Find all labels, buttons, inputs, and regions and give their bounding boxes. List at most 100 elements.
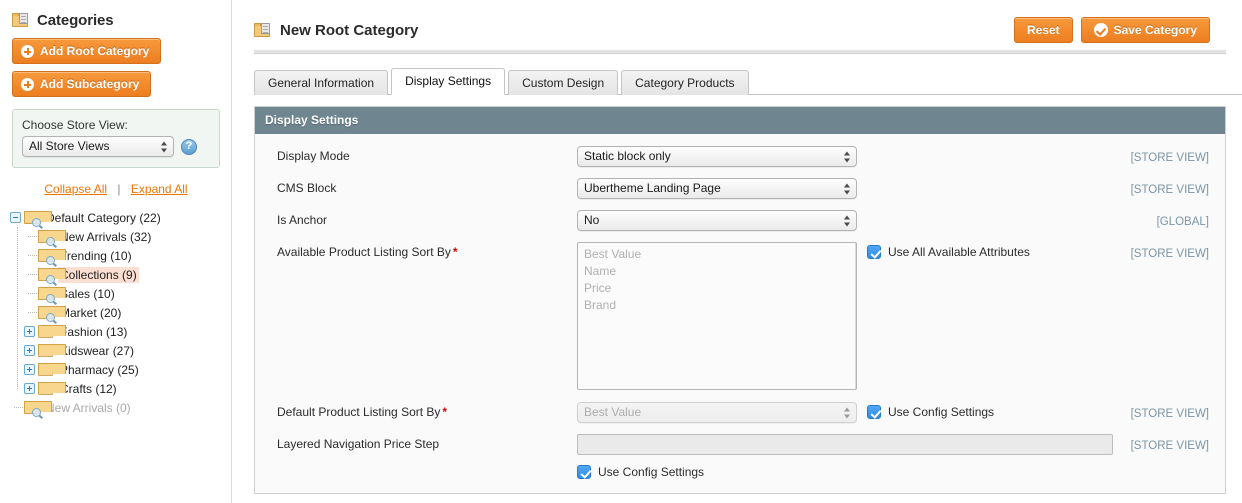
tree-node-label[interactable]: Sales (10) (58, 286, 117, 302)
price-step-input[interactable] (577, 434, 1113, 455)
sidebar-heading: Categories (0, 10, 232, 29)
add-subcategory-button[interactable]: Add Subcategory (12, 71, 152, 97)
price-step-use-config-row: Use Config Settings (255, 465, 1225, 479)
default-sort-use-config-checkbox[interactable] (867, 405, 881, 419)
available-sort-scope: [STORE VIEW] (1130, 248, 1209, 260)
tree-connector (14, 407, 23, 408)
tree-node-label[interactable]: Trending (10) (58, 248, 134, 264)
expand-node-icon[interactable] (24, 326, 35, 337)
cms-block-label: CMS Block (277, 181, 337, 195)
is-anchor-select[interactable]: No (577, 210, 857, 231)
store-view-select[interactable]: All Store Views (22, 136, 174, 157)
tree-node-label[interactable]: Collections (9) (58, 266, 139, 283)
reset-button[interactable]: Reset (1013, 17, 1073, 43)
tab-custom-design[interactable]: Custom Design (508, 70, 619, 95)
tree-node-label[interactable]: Fashion (13) (58, 324, 129, 340)
tab-display-settings[interactable]: Display Settings (391, 68, 506, 95)
categories-sidebar: Categories Add Root Category Add Subcate… (0, 0, 232, 503)
tree-node[interactable]: Crafts (12) (24, 379, 232, 398)
tree-connector (28, 293, 37, 294)
multiselect-option[interactable]: Best Value (578, 246, 856, 263)
tree-node[interactable]: Default Category (22) (10, 208, 232, 227)
folder-icon (38, 325, 66, 339)
price-step-scope: [STORE VIEW] (1130, 440, 1209, 452)
tab-label: Display Settings (405, 74, 492, 88)
tree-node[interactable]: Collections (9) (24, 265, 232, 284)
price-step-use-config-checkbox[interactable] (577, 465, 591, 479)
display-mode-scope: [STORE VIEW] (1130, 152, 1209, 164)
plus-circle-icon (21, 77, 34, 91)
required-marker: * (442, 405, 448, 419)
folder-search-icon (38, 249, 66, 265)
is-anchor-label: Is Anchor (277, 213, 328, 227)
expand-node-icon[interactable] (24, 383, 35, 394)
tree-node[interactable]: Fashion (13) (24, 322, 232, 341)
folder-search-icon (38, 287, 66, 303)
expand-node-icon[interactable] (24, 364, 35, 375)
tab-category-products[interactable]: Category Products (621, 70, 749, 95)
folder-icon (38, 382, 66, 396)
store-view-select-wrap: All Store Views (22, 136, 174, 157)
main-panel: New Root Category Reset Save Category Ge… (232, 0, 1242, 503)
tree-node-label[interactable]: Market (20) (58, 305, 123, 321)
use-all-attributes-label: Use All Available Attributes (888, 245, 1030, 259)
expand-all-link[interactable]: Expand All (131, 182, 188, 196)
default-sort-select[interactable]: Best Value (577, 402, 857, 423)
price-step-use-config-label: Use Config Settings (598, 465, 705, 479)
tree-node[interactable]: New Arrivals (32) (24, 227, 232, 246)
tree-node[interactable]: Pharmacy (25) (24, 360, 232, 379)
tree-node-label[interactable]: Crafts (12) (58, 381, 119, 397)
tree-node[interactable]: Sales (10) (24, 284, 232, 303)
tree-node-label[interactable]: Default Category (22) (44, 210, 163, 226)
collapse-all-link[interactable]: Collapse All (44, 182, 107, 196)
magnifier-icon (46, 236, 55, 246)
tree-node[interactable]: New Arrivals (0) (10, 398, 232, 417)
tree-node[interactable]: Kidswear (27) (24, 341, 232, 360)
expand-node-icon[interactable] (24, 345, 35, 356)
collapse-node-icon[interactable] (10, 212, 21, 223)
cms-block-select[interactable]: Ubertheme Landing Page (577, 178, 857, 199)
tab-bar: General Information Display Settings Custo… (254, 68, 1242, 95)
page-title-text: New Root Category (280, 21, 419, 39)
fieldset-title: Display Settings (255, 107, 1225, 134)
folder-icon (38, 344, 66, 358)
app-root: Categories Add Root Category Add Subcate… (0, 0, 1242, 503)
display-mode-label: Display Mode (277, 149, 350, 163)
store-view-label: Choose Store View: (22, 118, 128, 132)
multiselect-option[interactable]: Name (578, 263, 856, 280)
row-available-sort: Available Product Listing Sort By * Best … (255, 242, 1225, 390)
tree-node-label[interactable]: New Arrivals (0) (44, 400, 133, 416)
tree-node[interactable]: Trending (10) (24, 246, 232, 265)
sidebar-heading-label: Categories (37, 12, 114, 29)
plus-circle-icon (21, 44, 34, 58)
tree-node[interactable]: Market (20) (24, 303, 232, 322)
folder-search-icon (38, 230, 66, 246)
save-category-label: Save Category (1113, 23, 1197, 37)
multiselect-option[interactable]: Brand (578, 297, 856, 314)
tree-node-label[interactable]: Kidswear (27) (58, 343, 136, 359)
multiselect-option[interactable]: Price (578, 280, 856, 297)
add-root-category-button[interactable]: Add Root Category (12, 38, 162, 64)
tab-general-information[interactable]: General Information (254, 70, 389, 95)
display-mode-select[interactable]: Static block only (577, 146, 857, 167)
cms-block-select-wrap: Ubertheme Landing Page (577, 178, 857, 199)
fieldset-body: Display Mode Static block only [STORE VI… (255, 134, 1225, 493)
tree-node-label[interactable]: Pharmacy (25) (58, 362, 141, 378)
tree-actions-separator: | (117, 182, 121, 196)
use-all-attributes-checkbox[interactable] (867, 245, 881, 259)
store-view-panel: Choose Store View: All Store Views ? (12, 109, 220, 168)
help-icon[interactable]: ? (181, 138, 197, 155)
default-sort-scope: [STORE VIEW] (1130, 408, 1209, 420)
magnifier-icon (46, 274, 55, 284)
magnifier-icon (46, 312, 55, 322)
folder-page-icon (12, 13, 30, 28)
tab-label: General Information (268, 76, 375, 90)
save-category-button[interactable]: Save Category (1080, 17, 1210, 43)
tree-children: New Arrivals (32) Trending (10) Collection… (10, 227, 232, 398)
available-sort-label: Available Product Listing Sort By * (277, 242, 577, 259)
page-title: New Root Category (254, 22, 418, 39)
tree-node-label[interactable]: New Arrivals (32) (58, 229, 153, 245)
is-anchor-select-wrap: No (577, 210, 857, 231)
folder-search-icon (24, 211, 52, 227)
available-sort-multiselect[interactable]: Best Value Name Price Brand (577, 242, 857, 390)
